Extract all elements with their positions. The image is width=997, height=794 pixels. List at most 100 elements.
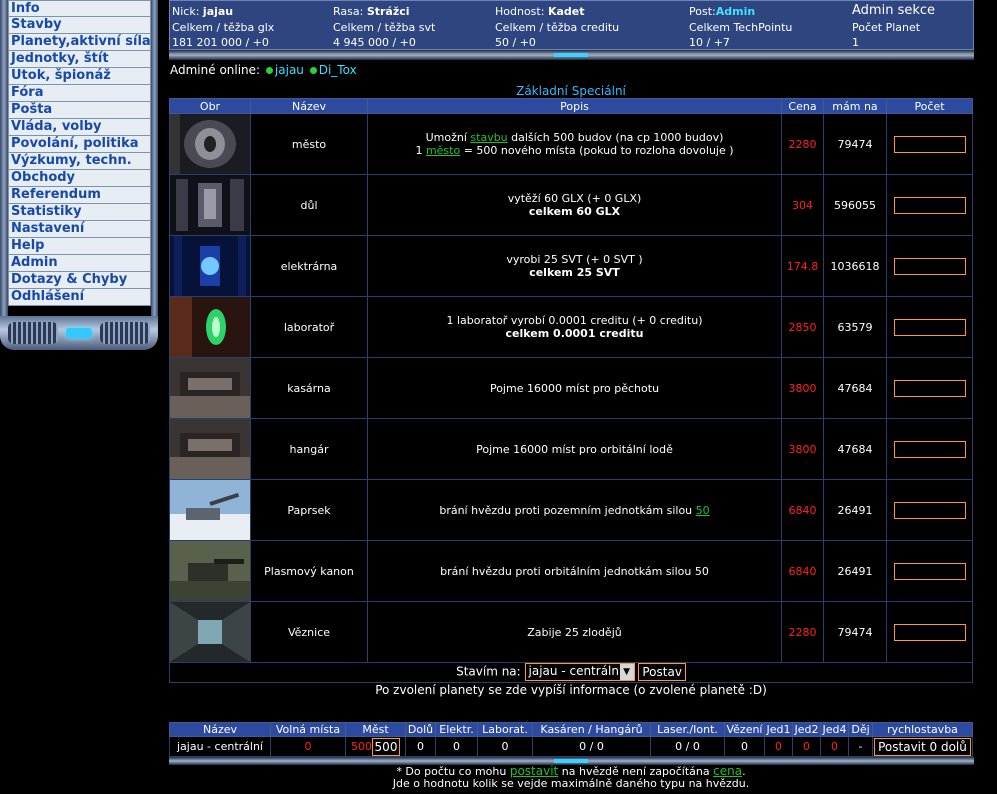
menu-item-dotazy[interactable]: Dotazy & Chyby bbox=[8, 272, 151, 289]
mesto-link[interactable]: město bbox=[426, 144, 460, 157]
table-row: elektrárna vyrobi 25 SVT (+ 0 SVT ) celke… bbox=[169, 235, 973, 297]
bottom-divider bbox=[169, 757, 974, 765]
desc-line: vyrobi 25 SVT (+ 0 SVT ) bbox=[506, 253, 643, 266]
menu-item-nastaveni[interactable]: Nastavení bbox=[8, 221, 151, 238]
col-name: Název bbox=[250, 98, 368, 114]
building-paprsek-image bbox=[170, 480, 250, 540]
menu-item-planety[interactable]: Planety,aktivní síla bbox=[8, 34, 151, 51]
quantity-input-dul[interactable] bbox=[893, 196, 966, 214]
build-button[interactable]: Postav bbox=[638, 663, 686, 681]
race-field: Rasa: Strážci bbox=[333, 5, 410, 18]
table-row: Paprsek brání hvězdu proti pozemním jedn… bbox=[169, 479, 973, 541]
credit-label: Celkem / těžba creditu bbox=[495, 21, 620, 34]
menu-item-referendum[interactable]: Referendum bbox=[8, 187, 151, 204]
quantity-input-kasarna[interactable] bbox=[893, 379, 966, 397]
admins-online: Adminé online: jajau Di_Tox bbox=[170, 63, 357, 77]
col-count: Počet bbox=[886, 98, 973, 114]
menu-item-povolani[interactable]: Povolání, politika bbox=[8, 136, 151, 153]
col-price: Cena bbox=[781, 98, 824, 114]
sum-col-cities: Měst bbox=[345, 722, 406, 737]
menu-item-info[interactable]: Info bbox=[8, 0, 151, 17]
online-dot-icon bbox=[309, 66, 317, 74]
sum-prison: 0 bbox=[724, 736, 765, 757]
credit-value: 50 / +0 bbox=[495, 36, 536, 49]
menu-item-help[interactable]: Help bbox=[8, 238, 151, 255]
desc-total: celkem 25 SVT bbox=[529, 266, 620, 279]
building-price: 6840 bbox=[781, 479, 824, 541]
table-row: Věznice Zabije 25 zlodějů 2280 79474 bbox=[169, 601, 973, 663]
sum-cities-input[interactable]: 500 bbox=[372, 737, 400, 756]
building-plasmovy-kanon-image bbox=[170, 541, 250, 601]
nick-label: Nick: bbox=[172, 5, 200, 18]
menu-item-vlada[interactable]: Vláda, volby bbox=[8, 119, 151, 136]
building-description: Zabije 25 zlodějů bbox=[367, 601, 782, 663]
building-price: 2280 bbox=[781, 601, 824, 663]
sum-dej: - bbox=[848, 736, 873, 757]
table-row: hangár Pojme 16000 míst pro orbitální lo… bbox=[169, 418, 973, 480]
menu-item-utok[interactable]: Útok, špionáž bbox=[8, 68, 151, 85]
admin-link-ditox[interactable]: Di_Tox bbox=[319, 63, 357, 77]
quantity-input-paprsek[interactable] bbox=[893, 501, 966, 519]
header-divider bbox=[169, 50, 974, 60]
quantity-input-veznice[interactable] bbox=[893, 623, 966, 641]
bottom-led-icon bbox=[554, 759, 588, 763]
admin-link-jajau[interactable]: jajau bbox=[275, 63, 304, 77]
menu-item-posta[interactable]: Pošta bbox=[8, 102, 151, 119]
note-line-2: Jde o hodnotu kolik se vejde maximálně d… bbox=[392, 777, 750, 790]
building-can-afford: 47684 bbox=[823, 418, 887, 480]
sum-col-name: Název bbox=[169, 722, 271, 737]
menu-item-vyzkumy[interactable]: Výzkumy, techn. bbox=[8, 153, 151, 170]
strength-link[interactable]: 50 bbox=[696, 504, 710, 517]
desc-text: Umožní bbox=[425, 131, 471, 144]
building-elektrarna-image bbox=[170, 236, 250, 296]
building-name: laboratoř bbox=[250, 296, 368, 358]
sum-power: 0 bbox=[435, 736, 478, 757]
menu-item-admin[interactable]: Admin bbox=[8, 255, 151, 272]
menu-item-statistiky[interactable]: Statistiky bbox=[8, 204, 151, 221]
sum-col-prison: Vězení bbox=[724, 722, 765, 737]
sum-barracks: 0 / 0 bbox=[532, 736, 651, 757]
cena-link[interactable]: cena bbox=[713, 764, 742, 778]
quantity-input-laborator[interactable] bbox=[893, 318, 966, 336]
building-description: vyrobi 25 SVT (+ 0 SVT ) celkem 25 SVT bbox=[367, 235, 782, 297]
tab-special[interactable]: Speciální bbox=[572, 84, 626, 98]
admins-online-label: Adminé online: bbox=[170, 63, 261, 77]
quick-build-button[interactable]: Postavit 0 dolů bbox=[874, 737, 971, 756]
quantity-input-elektrarna[interactable] bbox=[893, 257, 966, 275]
menu-grill-left bbox=[8, 322, 58, 344]
planet-info-text: Po zvolení planety se zde vypíší informa… bbox=[375, 683, 767, 697]
menu-item-fora[interactable]: Fóra bbox=[8, 85, 151, 102]
menu-item-obchody[interactable]: Obchody bbox=[8, 170, 151, 187]
desc-line: vytěží 60 GLX (+ 0 GLX) bbox=[507, 192, 642, 205]
building-name: Věznice bbox=[250, 601, 368, 663]
planet-select[interactable]: jajau - centrální ▼ bbox=[524, 663, 635, 681]
desc-line: 1 laboratoř vyrobí 0.0001 creditu (+ 0 c… bbox=[446, 314, 703, 327]
quantity-input-mesto[interactable] bbox=[893, 135, 966, 153]
menu-frame-left bbox=[0, 0, 8, 316]
menu-item-stavby[interactable]: Stavby bbox=[8, 17, 151, 34]
admin-section-link[interactable]: Admin sekce bbox=[852, 3, 935, 18]
sum-mines: 0 bbox=[405, 736, 436, 757]
menu-item-odhlaseni[interactable]: Odhlášení bbox=[8, 289, 151, 306]
race-value: Strážci bbox=[366, 5, 410, 18]
tab-basic[interactable]: Základní bbox=[516, 84, 568, 98]
menu-footer-panel bbox=[0, 316, 158, 350]
techpoint-value: 10 / +7 bbox=[689, 36, 730, 49]
building-mesto-image bbox=[170, 114, 250, 174]
quantity-input-hangar[interactable] bbox=[893, 440, 966, 458]
building-description: vytěží 60 GLX (+ 0 GLX) celkem 60 GLX bbox=[367, 174, 782, 236]
menu-item-jednotky[interactable]: Jednotky, štít bbox=[8, 51, 151, 68]
quantity-input-plasmovy-kanon[interactable] bbox=[893, 562, 966, 580]
building-price: 2280 bbox=[781, 113, 824, 175]
building-description: Pojme 16000 míst pro orbitální lodě bbox=[367, 418, 782, 480]
building-name: kasárna bbox=[250, 357, 368, 419]
building-dul-image bbox=[170, 175, 250, 235]
postavit-link[interactable]: postavit bbox=[510, 764, 558, 778]
sum-col-dej: Děj bbox=[848, 722, 873, 737]
building-can-afford: 1036618 bbox=[823, 235, 887, 297]
desc-total: celkem 0.0001 creditu bbox=[505, 327, 644, 340]
stavba-link[interactable]: stavbu bbox=[470, 131, 507, 144]
building-description: brání hvězdu proti orbitálním jednotkám … bbox=[367, 540, 782, 602]
building-can-afford: 596055 bbox=[823, 174, 887, 236]
building-laborator-image bbox=[170, 297, 250, 357]
